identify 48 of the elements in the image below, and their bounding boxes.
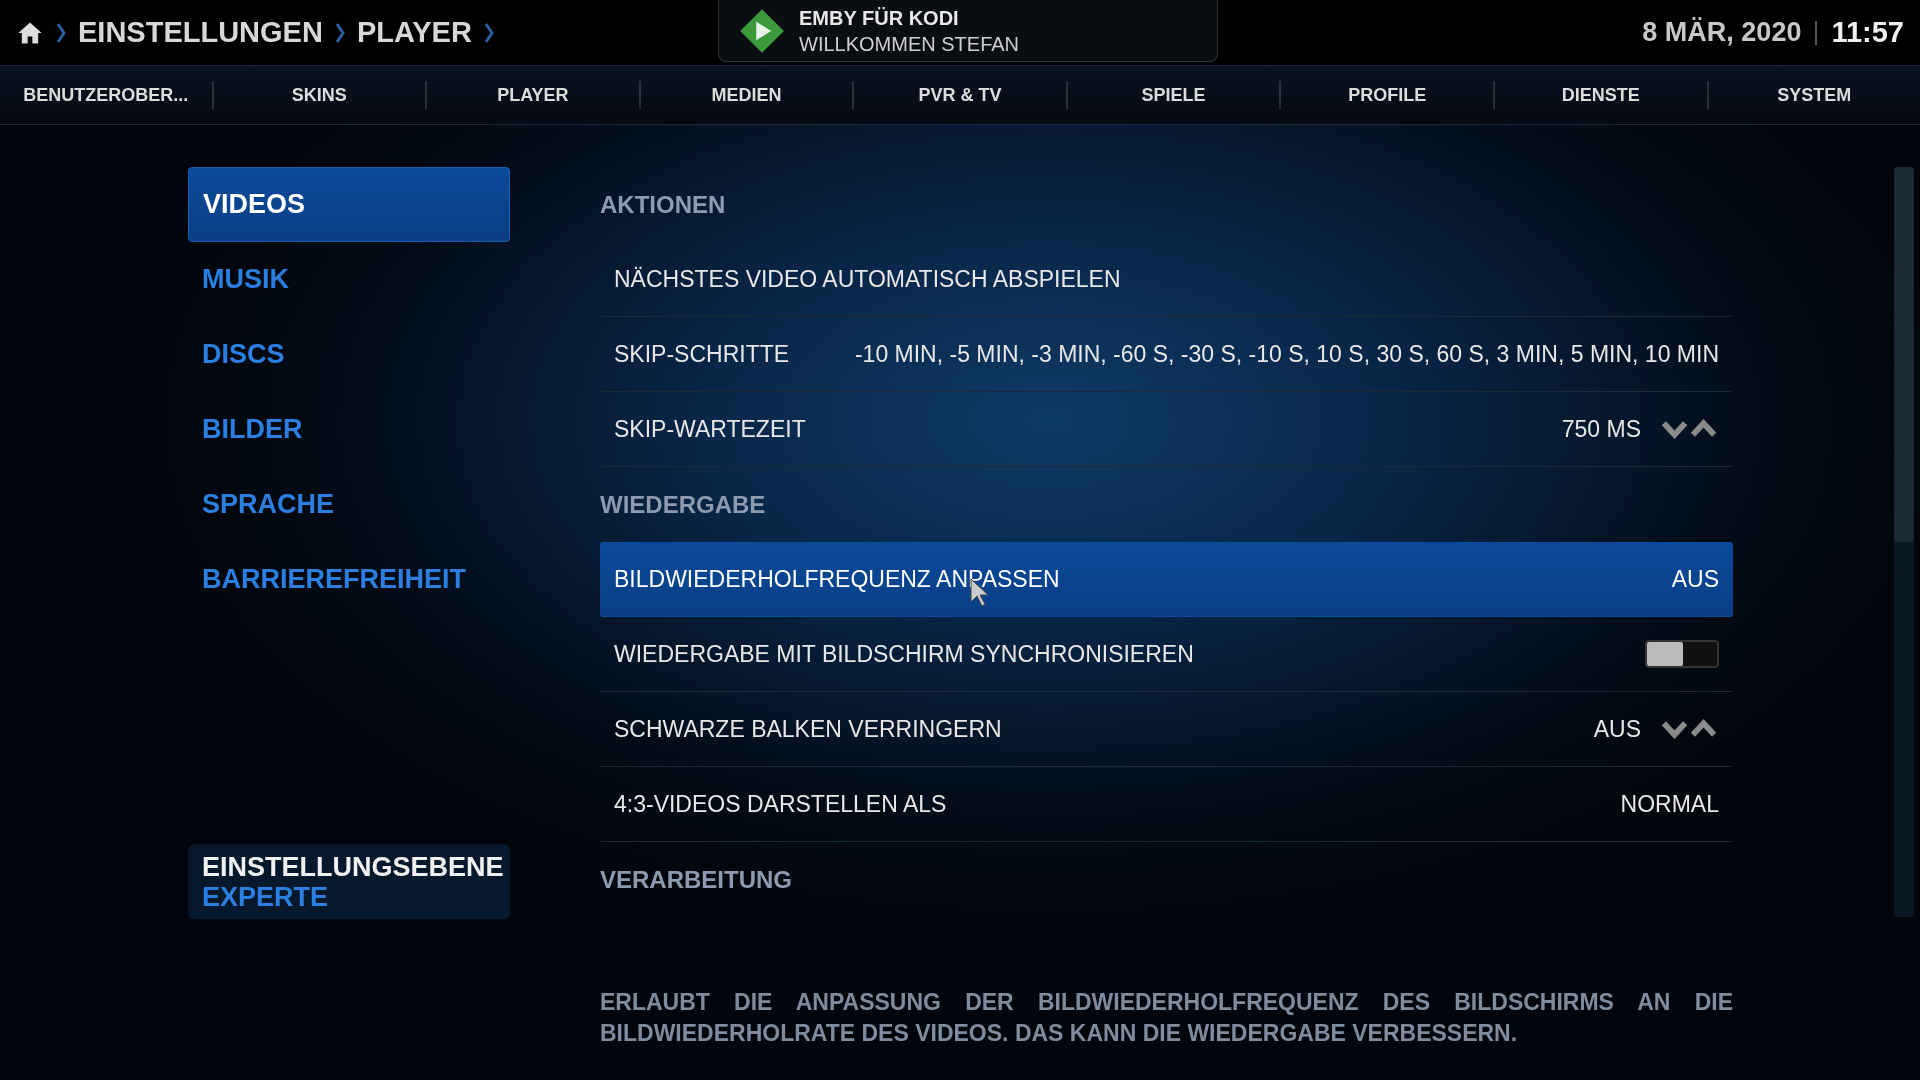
category-tab[interactable]: SPIELE [1067,66,1280,124]
scrollbar[interactable] [1894,167,1914,917]
sidebar-item[interactable]: BILDER [188,392,510,467]
setting-row[interactable]: 4:3-VIDEOS DARSTELLEN ALS NORMAL [600,767,1733,842]
date-text: 8 MÄR, 2020 [1642,17,1802,48]
setting-label: SKIP-WARTEZEIT [614,415,807,443]
category-tab[interactable]: DIENSTE [1494,66,1707,124]
setting-value: -10 MIN, -5 MIN, -3 MIN, -60 S, -30 S, -10 S, 10 S, 30 S, 60 S, 3 MIN, 5 MIN, 10 MIN [854,340,1719,368]
sidebar-item[interactable]: MUSIK [188,242,510,317]
setting-row[interactable]: SKIP-SCHRITTE -10 MIN, -5 MIN, -3 MIN, -60 S, -30 S, -10 S, 10 S, 30 S, 60 S, 3 MIN, 5 MIN, 10 MIN [600,317,1733,392]
setting-row[interactable]: SKIP-WARTEZEIT 750 MS [600,392,1733,467]
setting-description: ERLAUBT DIE ANPASSUNG DER BILDWIEDERHOLFREQUENZ DES BILDSCHIRMS AN DIE BILDWIEDERHOLRATE DES VIDEOS. DAS KANN DIE WIEDERGABE VERBESSERN. [600,988,1733,1048]
category-tab[interactable]: SKINS [213,66,426,124]
toggle-switch[interactable] [1645,640,1719,668]
setting-value: NORMAL [1620,790,1719,818]
setting-label: SCHWARZE BALKEN VERRINGERN [614,715,1003,743]
setting-value: 750 MS [1561,415,1641,443]
sidebar-item[interactable]: DISCS [188,317,510,392]
setting-label: 4:3-VIDEOS DARSTELLEN ALS [614,790,948,818]
setting-row[interactable]: SCHWARZE BALKEN VERRINGERN AUS [600,692,1733,767]
category-tab[interactable]: PVR & TV [854,66,1066,124]
breadcrumb-item[interactable]: EINSTELLUNGEN [78,16,323,49]
setting-label: NÄCHSTES VIDEO AUTOMATISCH ABSPIELEN [614,265,1122,293]
welcome-text: WILLKOMMEN STEFAN [799,31,1020,57]
section-header: VERARBEITUNG [600,864,793,895]
time-text: 11:57 [1831,16,1904,49]
setting-row[interactable]: BILDWIEDERHOLFREQUENZ ANPASSEN AUS [600,542,1733,617]
sidebar-item[interactable]: BARRIEREFREIHEIT [188,542,510,617]
section-header: WIEDERGABE [600,489,767,520]
breadcrumb-item[interactable]: PLAYER [356,16,472,49]
category-tab[interactable]: MEDIEN [640,66,853,124]
play-logo-icon [739,7,785,54]
setting-row[interactable]: WIEDERGABE MIT BILDSCHIRM SYNCHRONISIEREN [600,617,1733,692]
category-tab[interactable]: PLAYER [427,66,639,124]
setting-label: WIEDERGABE MIT BILDSCHIRM SYNCHRONISIEREN [614,640,1195,668]
category-tab[interactable]: SYSTEM [1708,66,1920,124]
settings-level-button[interactable]: EINSTELLUNGSEBENE EXPERTE [188,844,510,919]
sidebar-item[interactable]: SPRACHE [188,467,510,542]
section-header: AKTIONEN [600,189,727,220]
category-tab[interactable]: BENUTZEROBER... [0,66,212,124]
category-tab[interactable]: PROFILE [1281,66,1493,124]
addon-title: EMBY FÜR KODI [799,5,960,31]
setting-value: AUS [1593,715,1641,743]
setting-label: BILDWIEDERHOLFREQUENZ ANPASSEN [614,565,1061,593]
setting-row[interactable]: NÄCHSTES VIDEO AUTOMATISCH ABSPIELEN [600,242,1733,317]
sidebar-item[interactable]: VIDEOS [188,167,510,242]
setting-label: SKIP-SCHRITTE [614,340,791,368]
setting-value: AUS [1671,565,1719,593]
